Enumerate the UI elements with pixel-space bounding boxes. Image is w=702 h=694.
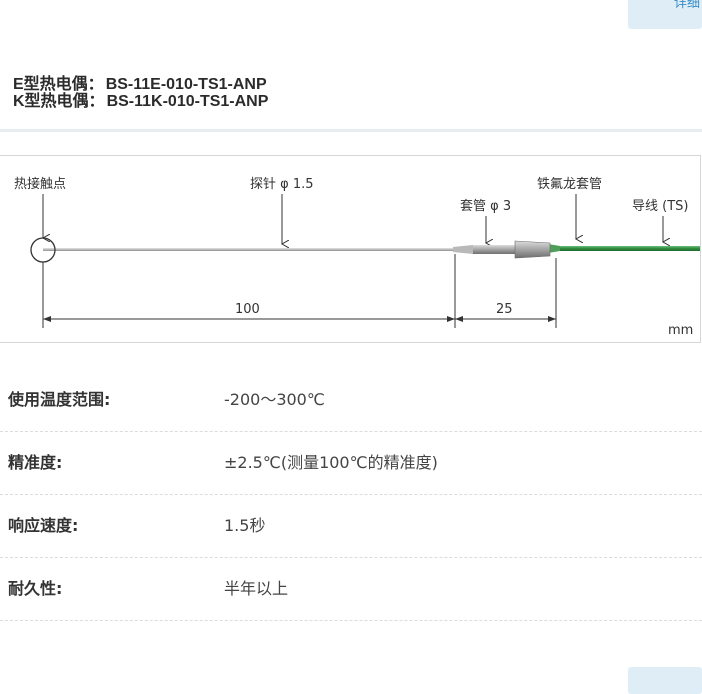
sleeve-body (514, 240, 551, 259)
unit-label: mm (668, 323, 693, 338)
detail-tab-label: 详细 (673, 0, 700, 11)
spec-value-response-speed: 1.5秒 (224, 516, 266, 535)
probe-label: 探针 φ 1.5 (250, 177, 314, 192)
lead-wire (548, 246, 700, 251)
spec-label-response-speed: 响应速度: (8, 516, 79, 535)
model-k-type: K型热电偶： (13, 93, 105, 110)
model-list: E型热电偶： BS-11E-010-TS1-ANP K型热电偶： BS-11K-01… (13, 76, 268, 110)
spec-row-temperature-range: 使用温度范围: -200～300℃ (0, 368, 702, 432)
header-divider (0, 129, 702, 132)
model-e-type: E型热电偶： (13, 76, 104, 93)
spec-label-temperature-range: 使用温度范围: (8, 390, 111, 409)
teflon-sleeve-label: 铁氟龙套管 (537, 176, 602, 192)
spec-row-durability: 耐久性: 半年以上 (0, 557, 702, 621)
model-k-code: BS-11K-010-TS1-ANP (106, 93, 269, 110)
spec-value-temperature-range: -200～300℃ (224, 390, 325, 409)
bottom-tab[interactable] (628, 667, 702, 694)
probe-taper (453, 245, 473, 254)
detail-tab[interactable]: 详细 (628, 0, 702, 29)
model-e: E型热电偶： BS-11E-010-TS1-ANP (13, 76, 268, 93)
spec-value-accuracy: ±2.5℃(测量100℃的精准度) (224, 453, 438, 472)
lead-wire-label: 导线 (TS) (632, 199, 688, 214)
spec-value-durability: 半年以上 (224, 579, 289, 598)
hot-junction-label: 热接触点 (14, 176, 66, 192)
sleeve-label: 套管 φ 3 (460, 198, 511, 214)
thermocouple-diagram: 热接触点 探针 φ 1.5 套管 φ 3 铁氟龙套管 导线 (TS) 100 2… (0, 155, 701, 343)
dim-probe-label: 100 (235, 302, 260, 317)
model-e-code: BS-11E-010-TS1-ANP (105, 76, 267, 93)
spec-label-durability: 耐久性: (8, 579, 63, 598)
probe-rod (43, 248, 453, 251)
diagram-svg: 热接触点 探针 φ 1.5 套管 φ 3 铁氟龙套管 导线 (TS) 100 2… (14, 176, 700, 338)
spec-row-response-speed: 响应速度: 1.5秒 (0, 494, 702, 558)
dim-sleeve-label: 25 (496, 302, 513, 317)
spec-label-accuracy: 精准度: (8, 453, 63, 472)
model-k: K型热电偶： BS-11K-010-TS1-ANP (13, 93, 268, 110)
sleeve-tube (473, 245, 515, 254)
spec-row-accuracy: 精准度: ±2.5℃(测量100℃的精准度) (0, 431, 702, 495)
